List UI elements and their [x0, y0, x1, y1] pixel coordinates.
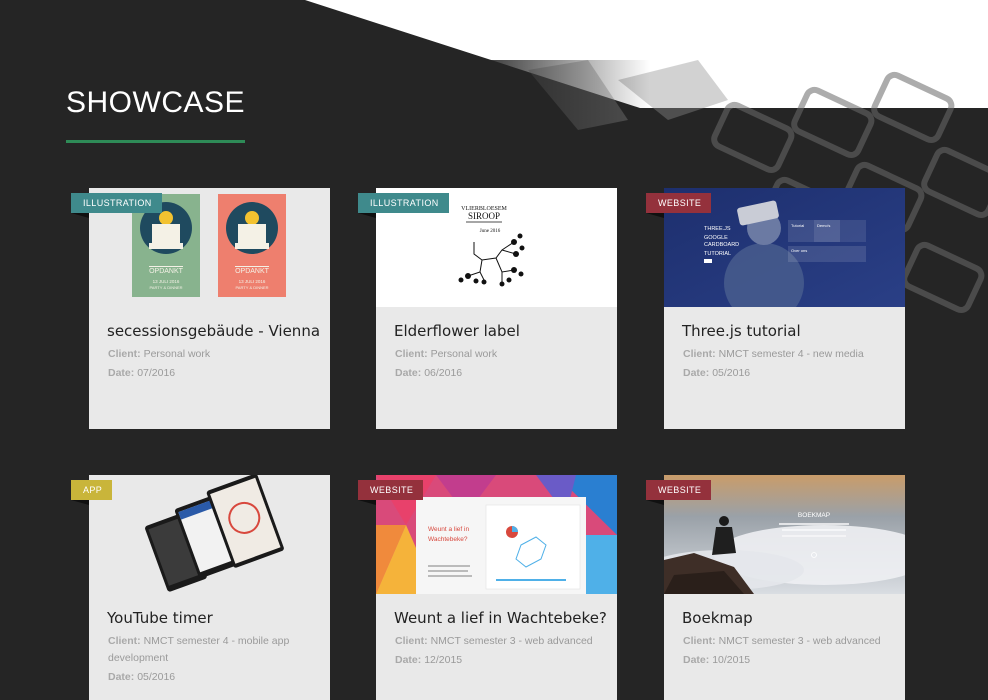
category-tag: ILLUSTRATION: [358, 193, 449, 218]
thumb-text: Over ons: [791, 248, 807, 253]
title-underline: [66, 140, 245, 143]
poster-sub: 13 JULI 2016: [153, 279, 180, 284]
project-card-wachtebeke[interactable]: Weunt a lief in Wachtebeke? WEBSITE Weun…: [358, 475, 617, 700]
poster-text: OPDANKT: [235, 268, 270, 275]
project-card-threejs[interactable]: THREE.JS GOOGLE CARDBOARD TUTORIAL Tutor…: [646, 188, 905, 429]
thumb-text: Wachtebeke?: [428, 536, 468, 543]
project-date: Date: 12/2015: [395, 652, 605, 669]
date-value: 05/2016: [712, 367, 751, 379]
project-date: Date: 06/2016: [395, 365, 605, 382]
project-client: Client: NMCT semester 3 - web advanced: [683, 633, 893, 650]
page-title: SHOWCASE: [66, 86, 246, 119]
project-client: Client: NMCT semester 4 - new media: [683, 346, 893, 363]
date-label: Date:: [108, 671, 135, 683]
poster-sub: PARTY & DINNER: [235, 285, 268, 290]
project-card-elderflower[interactable]: VLIERBLOESEM SIROOP June 2016 ILLUSTRATI…: [358, 188, 617, 429]
category-tag: WEBSITE: [646, 480, 712, 505]
label-text: June 2016: [480, 229, 501, 234]
date-value: 05/2016: [137, 671, 176, 683]
date-value: 10/2015: [712, 654, 751, 666]
thumb-text: BOEKMAP: [798, 512, 830, 519]
client-label: Client:: [683, 348, 716, 360]
project-title[interactable]: Three.js tutorial: [682, 322, 897, 340]
project-date: Date: 05/2016: [683, 365, 893, 382]
project-title[interactable]: secessionsgebäude - Vienna: [107, 322, 322, 340]
category-tag: WEBSITE: [358, 480, 424, 505]
date-label: Date:: [108, 367, 135, 379]
project-client: Client: Personal work: [108, 346, 318, 363]
project-card-youtube-timer[interactable]: APP YouTube timer Client: NMCT semester …: [71, 475, 330, 700]
thumb-text: TUTORIAL: [704, 251, 731, 257]
client-value: Personal work: [143, 348, 211, 360]
category-tag: ILLUSTRATION: [71, 193, 162, 218]
thumb-text: GOOGLE: [704, 235, 728, 241]
date-label: Date:: [683, 367, 710, 379]
client-label: Client:: [108, 635, 141, 647]
date-label: Date:: [683, 654, 710, 666]
client-value: NMCT semester 3 - web advanced: [430, 635, 593, 647]
category-tag: WEBSITE: [646, 193, 712, 218]
client-label: Client:: [108, 348, 141, 360]
project-card-boekmap[interactable]: BOEKMAP WEBSITE Boekmap Client: NMCT sem…: [646, 475, 905, 700]
thumb-text: Tutorial: [791, 223, 804, 228]
date-label: Date:: [395, 654, 422, 666]
thumb-text: THREE.JS: [704, 226, 731, 232]
client-label: Client:: [395, 635, 428, 647]
project-card-secessionsgebaude[interactable]: OPDANKT 13 JULI 2016 PARTY & DINNER OPDA…: [71, 188, 330, 429]
date-value: 07/2016: [137, 367, 176, 379]
client-value: NMCT semester 3 - web advanced: [718, 635, 881, 647]
thumb-text: Demo's: [817, 223, 830, 228]
client-value: NMCT semester 4 - new media: [718, 348, 864, 360]
project-title[interactable]: Weunt a lief in Wachtebeke?: [394, 609, 609, 627]
poster-text: OPDANKT: [149, 268, 184, 275]
date-value: 12/2015: [424, 654, 463, 666]
thumb-text: CARDBOARD: [704, 242, 739, 248]
date-label: Date:: [395, 367, 422, 379]
project-client: Client: Personal work: [395, 346, 605, 363]
thumb-text: Weunt a lief in: [428, 526, 469, 533]
project-title[interactable]: Boekmap: [682, 609, 897, 627]
project-title[interactable]: Elderflower label: [394, 322, 609, 340]
label-text: SIROOP: [468, 211, 500, 221]
project-client: Client: NMCT semester 3 - web advanced: [395, 633, 605, 650]
client-label: Client:: [683, 635, 716, 647]
client-label: Client:: [395, 348, 428, 360]
poster-sub: PARTY & DINNER: [149, 285, 182, 290]
category-tag: APP: [71, 480, 113, 505]
project-date: Date: 05/2016: [108, 669, 318, 686]
project-title[interactable]: YouTube timer: [107, 609, 322, 627]
project-client: Client: NMCT semester 4 - mobile app dev…: [108, 633, 318, 667]
date-value: 06/2016: [424, 367, 463, 379]
client-value: Personal work: [430, 348, 498, 360]
poster-sub: 13 JULI 2016: [239, 279, 266, 284]
project-date: Date: 07/2016: [108, 365, 318, 382]
project-thumbnail: [89, 475, 330, 594]
project-date: Date: 10/2015: [683, 652, 893, 669]
